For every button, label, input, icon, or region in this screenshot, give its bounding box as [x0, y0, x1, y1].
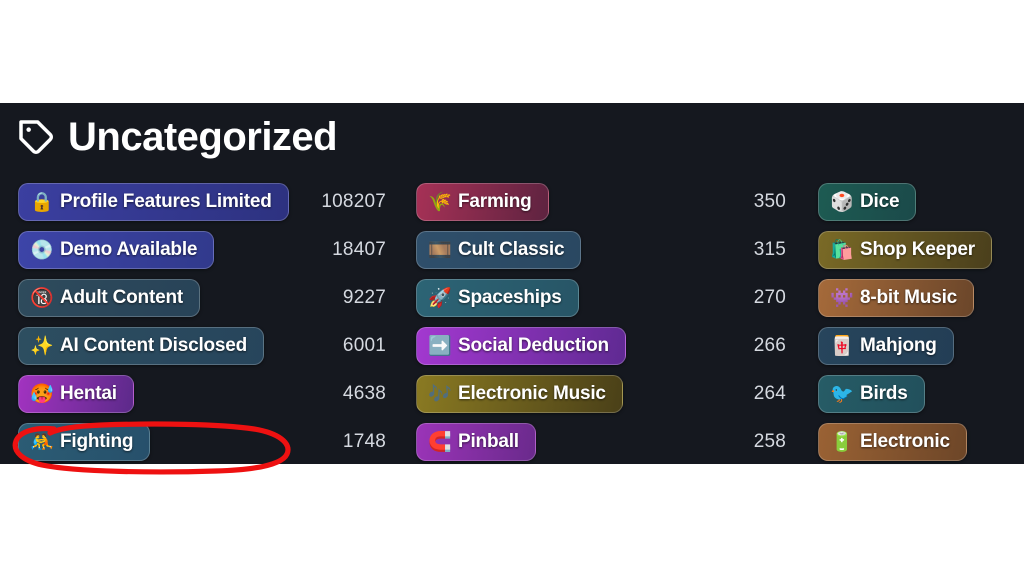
tag-count: 270 — [753, 287, 786, 308]
page-title: Uncategorized — [68, 115, 338, 159]
tag-count: 9227 — [342, 287, 386, 308]
musical-notes-icon: 🎶 — [428, 383, 452, 405]
tag-row: 🚀 Spaceships 270 — [416, 274, 788, 322]
tag-pill[interactable]: 🥵 Hentai — [18, 375, 134, 413]
hot-face-icon: 🥵 — [30, 383, 54, 405]
mahjong-tile-icon: 🀄 — [830, 335, 854, 357]
tag-label: Dice — [860, 191, 900, 212]
tag-count: 6001 — [342, 335, 386, 356]
film-frames-icon: 🎞️ — [428, 239, 452, 261]
tag-pill[interactable]: 🐦 Birds — [818, 375, 925, 413]
magnet-icon: 🧲 — [428, 431, 452, 453]
tag-pill[interactable]: ➡️ Social Deduction — [416, 327, 626, 365]
tag-column-1: 🔒 Profile Features Limited 108207 💿 Demo Ava… — [18, 178, 390, 466]
tag-pill[interactable]: 🧲 Pinball — [416, 423, 536, 461]
tag-row: 🔒 Profile Features Limited 108207 — [18, 178, 390, 226]
tag-pill[interactable]: 🔋 Electronic — [818, 423, 967, 461]
bird-icon: 🐦 — [830, 383, 854, 405]
optical-disk-icon: 💿 — [30, 239, 54, 261]
tag-row: 👾 8-bit Music — [818, 274, 1024, 322]
tag-row: 🀄 Mahjong — [818, 322, 1024, 370]
tag-pill[interactable]: 👾 8-bit Music — [818, 279, 975, 317]
tag-label: 8-bit Music — [860, 287, 958, 308]
tag-label: Profile Features Limited — [60, 191, 272, 212]
tag-pill[interactable]: 🛍️ Shop Keeper — [818, 231, 992, 269]
tag-pill[interactable]: 🌾 Farming — [416, 183, 549, 221]
tag-row: ✨ AI Content Disclosed 6001 — [18, 322, 390, 370]
tag-row: 🤼 Fighting 1748 — [18, 418, 390, 466]
tag-pill[interactable]: 🤼 Fighting — [18, 423, 151, 461]
tag-label: Hentai — [60, 383, 117, 404]
wrestlers-icon: 🤼 — [30, 431, 54, 453]
tag-label: Social Deduction — [458, 335, 609, 356]
tag-row: 🎞️ Cult Classic 315 — [416, 226, 788, 274]
uncategorized-panel: Uncategorized 🔒 Profile Features Limited 1… — [0, 103, 1024, 475]
tag-pill[interactable]: 🎲 Dice — [818, 183, 917, 221]
tag-pill[interactable]: 🚀 Spaceships — [416, 279, 579, 317]
tag-label: Cult Classic — [458, 239, 565, 260]
tag-column-3: 🎲 Dice 🛍️ Shop Keeper 👾 8-bit Music 🀄 Mahjong 🐦 B… — [818, 178, 1024, 466]
tag-label: AI Content Disclosed — [60, 335, 248, 356]
tag-count: 18407 — [332, 239, 386, 260]
tag-row: 🎶 Electronic Music 264 — [416, 370, 788, 418]
tag-row: 🐦 Birds — [818, 370, 1024, 418]
sparkles-icon: ✨ — [30, 335, 54, 357]
tag-pill[interactable]: 🔞 Adult Content — [18, 279, 200, 317]
tag-pill[interactable]: 🎞️ Cult Classic — [416, 231, 582, 269]
tag-pill[interactable]: 🎶 Electronic Music — [416, 375, 623, 413]
arrow-right-icon: ➡️ — [428, 335, 452, 357]
sheaf-of-rice-icon: 🌾 — [428, 191, 452, 213]
tag-label: Fighting — [60, 431, 134, 452]
tag-label: Electronic — [860, 431, 950, 452]
tag-row: 🛍️ Shop Keeper — [818, 226, 1024, 274]
tag-row: 💿 Demo Available 18407 — [18, 226, 390, 274]
tag-label: Spaceships — [458, 287, 562, 308]
tag-count: 108207 — [321, 191, 386, 212]
lock-icon: 🔒 — [30, 191, 54, 213]
tag-count: 1748 — [342, 431, 386, 452]
panel-header: Uncategorized — [16, 115, 338, 159]
tag-row: 🧲 Pinball 258 — [416, 418, 788, 466]
tag-icon — [16, 117, 56, 157]
screenshot-root: Uncategorized 🔒 Profile Features Limited 1… — [0, 0, 1024, 576]
tag-count: 315 — [753, 239, 786, 260]
rocket-icon: 🚀 — [428, 287, 452, 309]
tag-label: Electronic Music — [458, 383, 606, 404]
tag-label: Demo Available — [60, 239, 198, 260]
tag-row: 🔋 Electronic — [818, 418, 1024, 466]
tag-count: 350 — [753, 191, 786, 212]
tag-label: Mahjong — [860, 335, 937, 356]
tag-column-2: 🌾 Farming 350 🎞️ Cult Classic 315 🚀 Spaceships 2… — [416, 178, 788, 466]
alien-monster-icon: 👾 — [830, 287, 854, 309]
tag-pill[interactable]: 💿 Demo Available — [18, 231, 215, 269]
tag-label: Shop Keeper — [860, 239, 975, 260]
tag-row: 🔞 Adult Content 9227 — [18, 274, 390, 322]
tag-pill[interactable]: 🔒 Profile Features Limited — [18, 183, 289, 221]
tag-row: 🎲 Dice — [818, 178, 1024, 226]
battery-icon: 🔋 — [830, 431, 854, 453]
tag-count: 258 — [753, 431, 786, 452]
tag-count: 264 — [753, 383, 786, 404]
tag-label: Farming — [458, 191, 532, 212]
tag-label: Adult Content — [60, 287, 183, 308]
no-one-under-eighteen-icon: 🔞 — [30, 287, 54, 309]
tag-pill[interactable]: 🀄 Mahjong — [818, 327, 954, 365]
tag-row: 🥵 Hentai 4638 — [18, 370, 390, 418]
shopping-bags-icon: 🛍️ — [830, 239, 854, 261]
tag-row: ➡️ Social Deduction 266 — [416, 322, 788, 370]
tag-label: Birds — [860, 383, 908, 404]
tag-count: 266 — [753, 335, 786, 356]
tag-count: 4638 — [342, 383, 386, 404]
game-die-icon: 🎲 — [830, 191, 854, 213]
tag-pill[interactable]: ✨ AI Content Disclosed — [18, 327, 265, 365]
tag-row: 🌾 Farming 350 — [416, 178, 788, 226]
tag-label: Pinball — [458, 431, 519, 452]
